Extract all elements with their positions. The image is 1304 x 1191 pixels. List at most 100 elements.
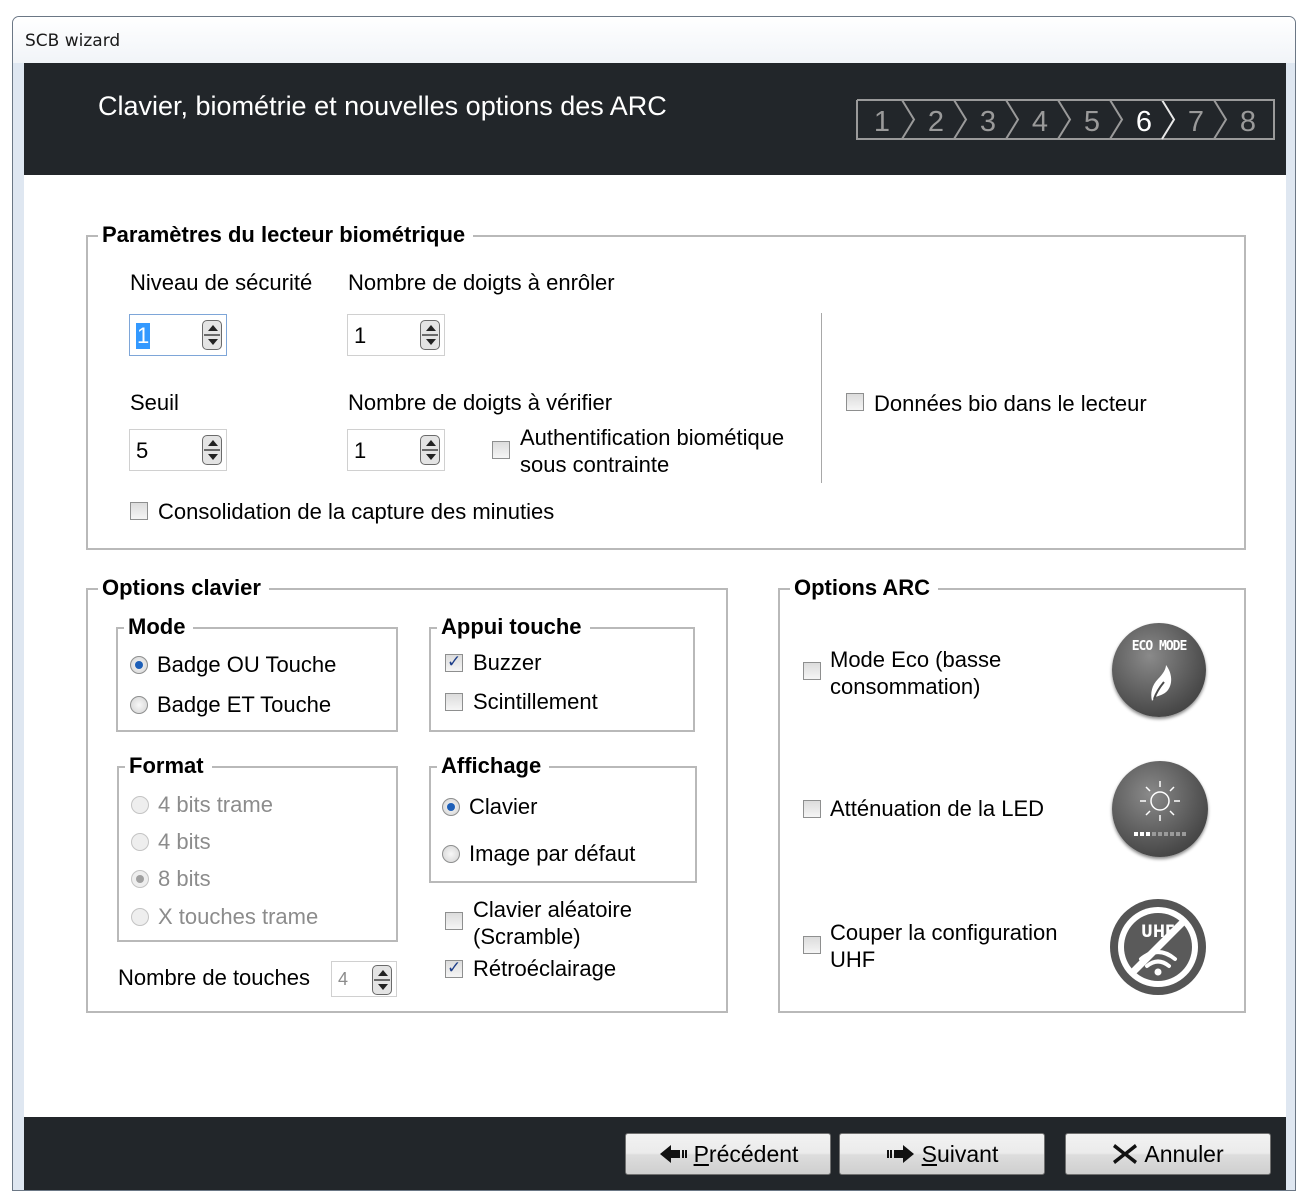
mode-badge-and-key-radio[interactable] [130,696,148,714]
close-icon [1113,1144,1138,1164]
scramble-label-line2[interactable]: (Scramble) [473,924,581,950]
display-option-label[interactable]: Clavier [469,794,537,820]
format-option-label[interactable]: 8 bits [158,866,211,892]
mode-badge-or-key-radio[interactable] [130,656,148,674]
display-default-image-radio[interactable] [442,845,460,863]
scramble-checkbox[interactable] [445,912,463,930]
eco-mode-checkbox[interactable] [803,662,821,680]
fingers-verify-label: Nombre de doigts à vérifier [348,390,613,415]
step-8: 8 [1240,106,1256,138]
bio-data-in-reader-label[interactable]: Données bio dans le lecteur [874,391,1147,417]
biometric-separator [821,313,822,483]
display-keyboard-radio[interactable] [442,798,460,816]
step-3: 3 [980,106,996,138]
arrow-left-icon [659,1145,687,1163]
spin-arrows-icon[interactable] [420,320,440,350]
buzzer-checkbox[interactable] [445,652,463,672]
format-option-label[interactable]: 4 bits [158,829,211,855]
step-4: 4 [1032,106,1048,138]
step-2: 2 [928,106,944,138]
sun-icon [1134,781,1186,836]
uhf-disable-label-line1[interactable]: Couper la configuration [830,920,1057,946]
eco-mode-icon: ECO MODE [1112,623,1206,717]
previous-button[interactable]: Précédent [625,1133,831,1175]
consolidation-label[interactable]: Consolidation de la capture des minuties [158,499,554,525]
threshold-label: Seuil [130,390,179,415]
format-8bits-radio[interactable] [131,870,149,888]
spin-arrows-icon[interactable] [202,320,222,350]
eco-mode-label-line2[interactable]: consommation) [830,674,980,700]
step-1: 1 [874,106,890,138]
mode-legend: Mode [124,614,194,640]
spin-arrows-icon[interactable] [202,435,222,465]
next-button-label: Suivant [921,1140,999,1167]
format-4bits-frame-radio[interactable] [131,796,149,814]
backlight-checkbox[interactable] [445,958,463,978]
wizard-header: Clavier, biométrie et nouvelles options … [24,63,1286,175]
security-level-label: Niveau de sécurité [130,270,313,295]
step-6-active: 6 [1136,106,1152,138]
keypress-group: Appui touche [429,614,695,732]
eco-mode-label-line1[interactable]: Mode Eco (basse [830,647,1001,673]
threshold-spinner[interactable]: 5 [129,429,227,471]
previous-button-label: Précédent [693,1140,799,1167]
eco-mode-icon-text: ECO MODE [1131,639,1188,654]
format-legend: Format [125,753,212,779]
spin-arrows-icon[interactable] [420,435,440,465]
format-option-label[interactable]: 4 bits trame [158,792,273,818]
window-title: SCB wizard [25,31,121,51]
led-brightness-icon [1112,761,1208,857]
led-dimming-checkbox[interactable] [803,800,821,818]
format-option-label[interactable]: X touches trame [158,904,318,930]
title-bar[interactable]: SCB wizard [13,17,1295,63]
uhf-disable-label-line2[interactable]: UHF [830,947,875,973]
consolidation-checkbox[interactable] [130,502,148,520]
fingers-enroll-value[interactable]: 1 [354,323,366,349]
duress-auth-checkbox[interactable] [492,441,510,459]
wizard-footer: Précédent Suivant Annuler [24,1117,1286,1190]
display-legend: Affichage [437,753,550,779]
security-level-spinner[interactable]: 1 [129,314,227,356]
keyboard-legend: Options clavier [98,575,269,601]
key-count-value[interactable]: 4 [338,969,348,990]
format-4bits-radio[interactable] [131,833,149,851]
step-indicator: 1 2 3 4 5 6 7 8 [856,99,1275,140]
fingers-enroll-label: Nombre de doigts à enrôler [348,270,615,295]
duress-auth-label-line2[interactable]: sous contrainte [520,452,669,478]
spin-arrows-icon[interactable] [372,965,392,995]
display-option-label[interactable]: Image par défaut [469,841,635,867]
fingers-verify-spinner[interactable]: 1 [347,429,445,471]
led-dimming-label[interactable]: Atténuation de la LED [830,796,1044,822]
wizard-window: SCB wizard Clavier, biométrie et nouvell… [12,16,1296,1191]
flicker-checkbox[interactable] [445,693,463,711]
fingers-verify-value[interactable]: 1 [354,438,366,464]
flicker-label[interactable]: Scintillement [473,689,598,715]
next-button[interactable]: Suivant [839,1133,1045,1175]
arc-legend: Options ARC [790,575,939,601]
backlight-label[interactable]: Rétroéclairage [473,956,616,982]
mode-option-label[interactable]: Badge OU Touche [157,652,336,678]
leaf-icon [1151,665,1172,701]
security-level-value[interactable]: 1 [136,323,151,349]
biometric-legend: Paramètres du lecteur biométrique [98,222,474,248]
format-x-keys-frame-radio[interactable] [131,908,149,926]
bio-data-in-reader-checkbox[interactable] [846,393,864,411]
page-title: Clavier, biométrie et nouvelles options … [98,91,667,121]
step-5: 5 [1084,106,1100,138]
buzzer-label[interactable]: Buzzer [473,650,541,676]
scramble-label-line1[interactable]: Clavier aléatoire [473,897,632,923]
uhf-disable-checkbox[interactable] [803,936,821,954]
duress-auth-label-line1[interactable]: Authentification biométique [520,425,784,451]
key-count-spinner[interactable]: 4 [331,961,397,997]
cancel-button[interactable]: Annuler [1065,1133,1271,1175]
mode-option-label[interactable]: Badge ET Touche [157,692,331,718]
keypress-legend: Appui touche [437,614,590,640]
cancel-button-label: Annuler [1144,1140,1224,1167]
threshold-value[interactable]: 5 [136,438,148,464]
arrow-right-icon [886,1145,914,1163]
uhf-disabled-icon: UHF [1110,899,1206,995]
key-count-label: Nombre de touches [118,965,310,990]
wizard-client-area: Clavier, biométrie et nouvelles options … [24,63,1286,1190]
step-7: 7 [1188,106,1204,138]
fingers-enroll-spinner[interactable]: 1 [347,314,445,356]
